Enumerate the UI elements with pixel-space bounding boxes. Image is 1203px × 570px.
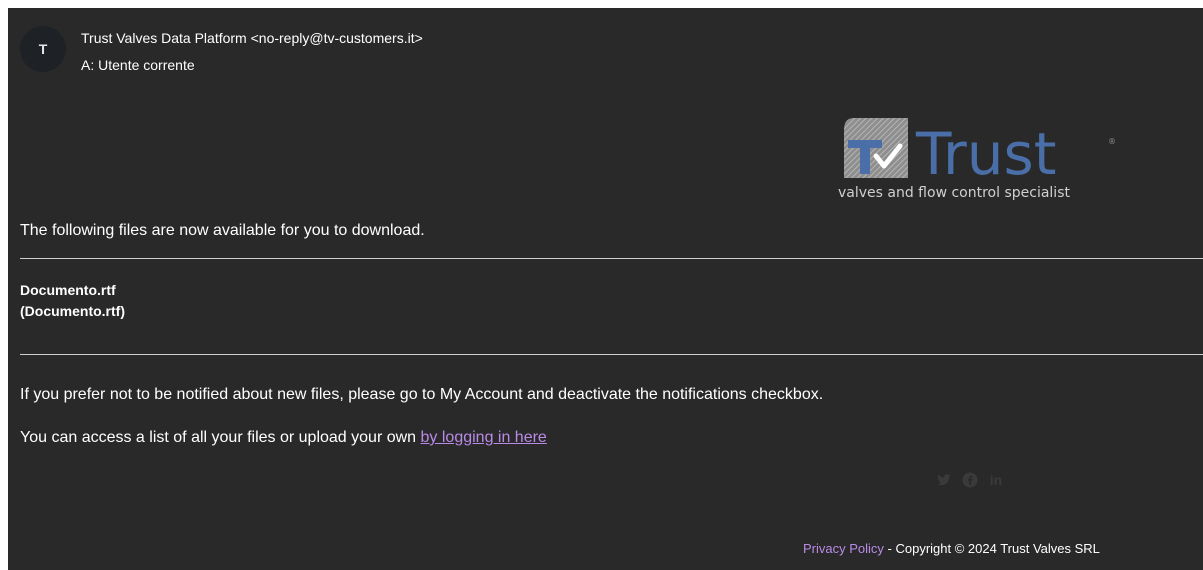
facebook-icon[interactable]: [962, 472, 978, 488]
divider-bottom: [20, 354, 1203, 355]
intro-text: The following files are now available fo…: [20, 222, 425, 239]
email-message-pane: T Trust Valves Data Platform <no-reply@t…: [8, 8, 1203, 570]
trust-valves-logo: Trust ® valves and flow control speciali…: [838, 118, 1116, 201]
notification-text: If you prefer not to be notified about n…: [20, 386, 824, 403]
copyright-text: Copyright © 2024 Trust Valves SRL: [895, 541, 1100, 556]
email-header: T Trust Valves Data Platform <no-reply@t…: [8, 8, 1203, 88]
logo-brand-text: Trust: [915, 120, 1056, 188]
access-text-label: You can access a list of all your files …: [20, 429, 421, 446]
recipient-label: A:: [81, 57, 95, 73]
linkedin-icon[interactable]: in: [988, 472, 1004, 488]
logo-tagline: valves and flow control specialist: [838, 185, 1070, 201]
access-text: You can access a list of all your files …: [20, 429, 547, 447]
sender-from[interactable]: Trust Valves Data Platform <no-reply@tv-…: [81, 30, 423, 46]
file-title[interactable]: Documento.rtf: [20, 282, 116, 298]
twitter-icon[interactable]: [936, 472, 952, 488]
privacy-policy-link[interactable]: Privacy Policy: [803, 541, 884, 556]
file-filename[interactable]: (Documento.rtf): [20, 303, 125, 319]
recipient-value[interactable]: Utente corrente: [98, 57, 195, 73]
divider-top: [20, 258, 1203, 259]
footer: Privacy Policy - Copyright © 2024 Trust …: [803, 541, 1100, 556]
footer-separator: -: [883, 541, 896, 556]
svg-text:®: ®: [1108, 137, 1116, 146]
recipient-line: A: Utente corrente: [81, 57, 195, 73]
login-link[interactable]: by logging in here: [421, 429, 547, 446]
social-links: in: [936, 472, 1004, 488]
sender-avatar[interactable]: T: [20, 26, 66, 72]
